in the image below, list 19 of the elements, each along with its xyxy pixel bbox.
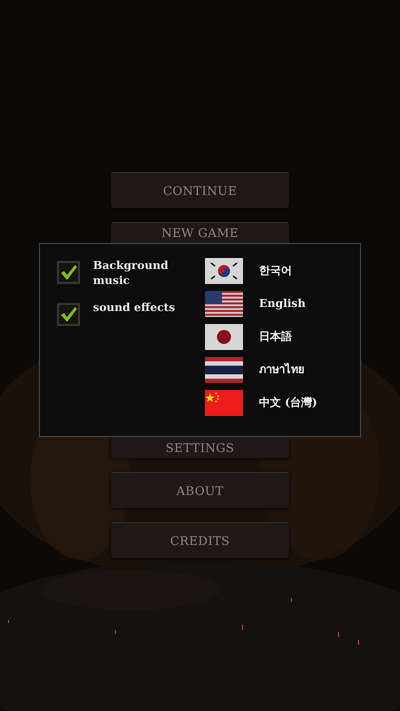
checkmark-icon [60, 264, 78, 280]
option-label: sound effects [93, 300, 176, 315]
checkbox[interactable] [57, 261, 80, 284]
checkmark-icon [60, 306, 78, 322]
menu-button[interactable]: ABOUT [111, 472, 289, 508]
language-option[interactable]: English [259, 296, 306, 312]
usa-flag-icon [205, 291, 243, 317]
language-option[interactable]: ภาษาไทย [259, 362, 304, 378]
checkbox[interactable] [57, 303, 80, 326]
thailand-flag-icon [205, 357, 243, 383]
language-option[interactable]: 한국어 [259, 262, 292, 280]
japan-flag-icon [205, 324, 243, 350]
korea-flag-icon [205, 258, 243, 284]
option-label: Background music [93, 258, 170, 288]
menu-button[interactable]: CONTINUE [111, 172, 289, 208]
menu-button[interactable]: CREDITS [111, 522, 289, 558]
language-option[interactable]: 中文 (台灣) [259, 394, 318, 412]
language-option[interactable]: 日本語 [259, 328, 292, 346]
china-flag-icon [205, 390, 243, 416]
